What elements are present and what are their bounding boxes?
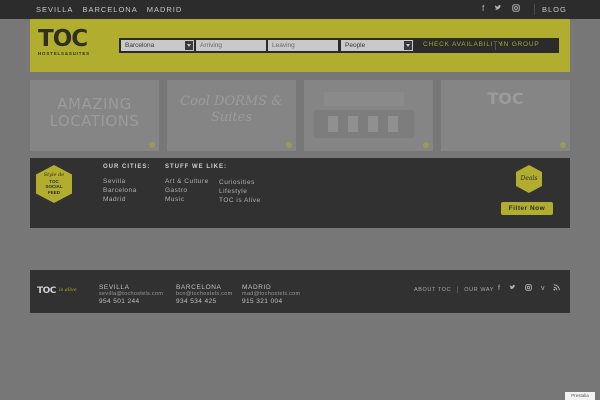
tile-corner-icon — [423, 142, 429, 148]
filter-city-madrid[interactable]: Madrid — [103, 195, 150, 204]
prestalia-badge[interactable]: Prestalia — [565, 392, 595, 400]
stuff-we-like-column: STUFF WE LIKE: Art & Culture Gastro Musi… — [165, 164, 227, 204]
city-select[interactable]: Barcelona — [121, 40, 194, 51]
filter-gastro[interactable]: Gastro — [165, 186, 227, 195]
office-city: MADRID — [242, 284, 272, 291]
arriving-placeholder: Arriving — [200, 42, 223, 49]
office-sevilla: SEVILLA sevilla@tochostels.com 954 501 2… — [99, 284, 163, 306]
deals-badge[interactable]: Deals — [516, 165, 542, 193]
booking-header: TOC HOSTELS&SUITES Barcelona Arriving Le… — [30, 19, 570, 72]
people-select[interactable]: People — [341, 40, 413, 51]
stuff-we-like-heading: STUFF WE LIKE: — [165, 164, 227, 170]
city-links: SEVILLA BARCELONA MADRID — [36, 5, 182, 14]
booking-bar: Barcelona Arriving Leaving People CHECK … — [119, 38, 559, 53]
people-select-value: People — [345, 42, 366, 49]
deals-label: Deals — [520, 175, 538, 183]
chevron-down-icon — [185, 41, 193, 50]
tile-corner-icon — [560, 142, 566, 148]
stuff-we-like-column-2: Curiosities Lifestyle TOC is Alive — [219, 178, 261, 205]
filter-lifestyle[interactable]: Lifestyle — [219, 187, 261, 196]
vine-icon[interactable]: v — [541, 284, 545, 294]
tile-toc-rooftop[interactable]: TOC — [441, 80, 570, 151]
office-city: SEVILLA — [99, 284, 130, 291]
filter-toc-is-alive[interactable]: TOC is Alive — [219, 196, 261, 205]
nav-divider — [534, 4, 535, 15]
check-availability-button[interactable]: CHECK AVAILABILITY — [423, 41, 503, 48]
our-cities-heading: OUR CITIES: — [103, 164, 151, 170]
office-madrid: MADRID mad@tochostels.com 915 321 004 — [242, 284, 300, 306]
footer-link-divider — [457, 286, 459, 293]
office-email[interactable]: sevilla@tochostels.com — [99, 291, 163, 298]
city-select-value: Barcelona — [125, 42, 155, 49]
site-footer: TOC is alive SEVILLA sevilla@tochostels.… — [30, 270, 570, 313]
filter-panel: Style de TOC SOCIAL FEED OUR CITIES: Sev… — [30, 158, 570, 228]
filter-art-culture[interactable]: Art & Culture — [165, 177, 227, 186]
top-navigation-bar: SEVILLA BARCELONA MADRID f BLOG — [0, 0, 600, 19]
tile-hostel-interior[interactable] — [304, 80, 433, 151]
filter-music[interactable]: Music — [165, 195, 227, 204]
filter-city-sevilla[interactable]: Sevilla — [103, 177, 150, 186]
tile-corner-icon — [149, 142, 155, 148]
social-feed-badge[interactable]: Style de TOC SOCIAL FEED — [36, 165, 72, 203]
tile-amazing-locations[interactable]: AMAZING LOCATIONS — [30, 80, 159, 151]
office-email[interactable]: mad@tochostels.com — [242, 291, 300, 298]
tile-corner-icon — [286, 142, 292, 148]
arriving-date-input[interactable]: Arriving — [196, 40, 266, 51]
chevron-down-icon — [404, 41, 412, 50]
toc-logo[interactable]: TOC HOSTELS&SUITES — [38, 26, 102, 57]
blog-link[interactable]: BLOG — [542, 5, 567, 14]
facebook-icon[interactable]: f — [498, 284, 500, 294]
top-social-links: f — [482, 4, 520, 15]
footer-social-links: f v — [498, 284, 561, 294]
rss-icon[interactable] — [553, 284, 561, 294]
tile-caption: AMAZING LOCATIONS — [49, 95, 140, 130]
leaving-date-input[interactable]: Leaving — [268, 40, 338, 51]
our-cities-column: OUR CITIES: Sevilla Barcelona Madrid — [103, 164, 150, 204]
twitter-icon[interactable] — [494, 4, 502, 15]
nav-city-barcelona[interactable]: BARCELONA — [82, 5, 137, 14]
office-phone: 915 321 004 — [242, 298, 283, 305]
nav-city-madrid[interactable]: MADRID — [147, 5, 183, 14]
tile-caption: Cool DORMS & Suites — [180, 94, 283, 125]
in-group-button[interactable]: IN GROUP — [501, 41, 540, 48]
footer-links: ABOUT TOC OUR WAY — [414, 286, 494, 293]
footer-logo[interactable]: TOC — [37, 286, 56, 296]
leaving-placeholder: Leaving — [272, 42, 295, 49]
nav-city-sevilla[interactable]: SEVILLA — [36, 5, 73, 14]
filter-curiosities[interactable]: Curiosities — [219, 178, 261, 187]
tile-cool-dorms[interactable]: Cool DORMS & Suites — [167, 80, 296, 151]
filter-now-button[interactable]: Filter Now — [501, 202, 553, 215]
booking-divider — [495, 41, 496, 50]
instagram-icon[interactable] — [525, 284, 532, 294]
instagram-icon[interactable] — [512, 4, 520, 15]
logo-wordmark: TOC — [38, 26, 88, 52]
office-city: BARCELONA — [176, 284, 222, 291]
office-barcelona: BARCELONA bcn@tochostels.com 934 534 425 — [176, 284, 233, 306]
twitter-icon[interactable] — [509, 284, 516, 294]
office-email[interactable]: bcn@tochostels.com — [176, 291, 233, 298]
office-phone: 934 534 425 — [176, 298, 217, 305]
facebook-icon[interactable]: f — [482, 4, 484, 15]
about-toc-link[interactable]: ABOUT TOC — [414, 287, 451, 293]
tile-caption: TOC — [487, 89, 524, 108]
logo-subtitle: HOSTELS&SUITES — [38, 51, 90, 56]
tile-interior-illustration — [314, 92, 414, 138]
social-feed-feed: FEED — [47, 189, 60, 195]
our-way-link[interactable]: OUR WAY — [464, 287, 494, 293]
footer-logo-script: is alive — [59, 287, 77, 293]
filter-city-barcelona[interactable]: Barcelona — [103, 186, 150, 195]
office-phone: 954 501 244 — [99, 298, 140, 305]
